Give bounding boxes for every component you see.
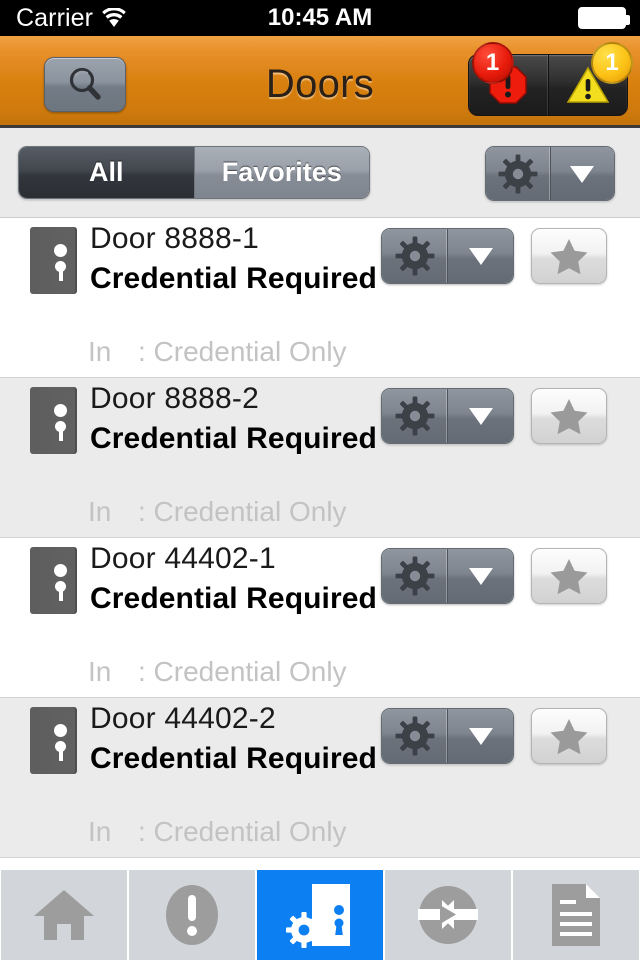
door-direction: In bbox=[88, 496, 112, 527]
filter-toolbar: All Favorites bbox=[0, 128, 640, 218]
door-mode: : Credential Only bbox=[138, 496, 347, 527]
door-status: Credential Required bbox=[90, 422, 377, 455]
tab-transfer[interactable] bbox=[385, 870, 511, 960]
row-gear-button[interactable] bbox=[382, 709, 447, 763]
segment-favorites[interactable]: Favorites bbox=[193, 147, 369, 198]
star-icon bbox=[549, 237, 589, 275]
warning-count-badge: 1 bbox=[591, 42, 633, 84]
door-mode-line: In : Credential Only bbox=[88, 336, 347, 368]
chevron-down-icon bbox=[466, 564, 496, 588]
door-mode: : Credential Only bbox=[138, 656, 347, 687]
star-icon bbox=[549, 717, 589, 755]
door-name: Door 8888-2 bbox=[90, 382, 259, 415]
door-icon bbox=[30, 707, 77, 774]
door-name: Door 8888-1 bbox=[90, 222, 259, 255]
door-mode-line: In : Credential Only bbox=[88, 816, 347, 848]
status-bar-left: Carrier bbox=[0, 4, 127, 33]
alarm-count-badge: 1 bbox=[471, 42, 514, 84]
door-mode-line: In : Credential Only bbox=[88, 656, 347, 688]
door-mode-line: In : Credential Only bbox=[88, 496, 347, 528]
row-settings-split-button[interactable] bbox=[381, 548, 514, 604]
document-icon bbox=[548, 882, 604, 948]
gear-icon bbox=[498, 154, 538, 194]
alarm-button[interactable]: 1 bbox=[469, 42, 548, 115]
toolbar-settings-split-button[interactable] bbox=[485, 146, 615, 201]
row-gear-button[interactable] bbox=[382, 389, 447, 443]
table-row[interactable]: Door 8888-1 Credential Required In : Cre… bbox=[0, 218, 640, 378]
door-mode: : Credential Only bbox=[138, 336, 347, 367]
chevron-down-icon bbox=[466, 724, 496, 748]
home-icon bbox=[32, 886, 96, 944]
navigation-bar: Doors 1 1 bbox=[0, 36, 640, 128]
wifi-icon bbox=[101, 8, 127, 28]
status-bar: Carrier 10:45 AM bbox=[0, 0, 640, 36]
row-dropdown-button[interactable] bbox=[447, 229, 513, 283]
gear-icon bbox=[395, 236, 435, 276]
row-gear-button[interactable] bbox=[382, 229, 447, 283]
door-settings-icon bbox=[284, 880, 356, 950]
gear-icon bbox=[395, 556, 435, 596]
table-row[interactable]: Door 44402-2 Credential Required In : Cr… bbox=[0, 698, 640, 858]
table-row[interactable]: Door 8888-2 Credential Required In : Cre… bbox=[0, 378, 640, 538]
door-direction: In bbox=[88, 816, 112, 847]
door-status: Credential Required bbox=[90, 582, 377, 615]
alert-exclamation-icon bbox=[164, 883, 220, 947]
filter-segmented-control[interactable]: All Favorites bbox=[18, 146, 370, 199]
gear-icon bbox=[395, 396, 435, 436]
tab-alerts[interactable] bbox=[129, 870, 255, 960]
table-row[interactable]: Door 44402-1 Credential Required In : Cr… bbox=[0, 538, 640, 698]
row-dropdown-button[interactable] bbox=[447, 389, 513, 443]
toolbar-dropdown-button[interactable] bbox=[549, 147, 614, 200]
row-dropdown-button[interactable] bbox=[447, 709, 513, 763]
door-status: Credential Required bbox=[90, 742, 377, 775]
row-settings-split-button[interactable] bbox=[381, 388, 514, 444]
favorite-button[interactable] bbox=[531, 548, 607, 604]
battery-full-icon bbox=[578, 0, 630, 36]
chevron-down-icon bbox=[466, 244, 496, 268]
door-direction: In bbox=[88, 656, 112, 687]
door-name: Door 44402-2 bbox=[90, 702, 276, 735]
toolbar-gear-button[interactable] bbox=[486, 147, 550, 200]
door-icon bbox=[30, 227, 77, 294]
carrier-label: Carrier bbox=[16, 3, 94, 32]
chevron-down-icon bbox=[466, 404, 496, 428]
tab-doors[interactable] bbox=[257, 870, 383, 960]
gear-icon bbox=[395, 716, 435, 756]
row-gear-button[interactable] bbox=[382, 549, 447, 603]
door-icon bbox=[30, 547, 77, 614]
warning-button[interactable]: 1 bbox=[547, 42, 633, 115]
segment-all[interactable]: All bbox=[19, 147, 194, 198]
app-screen: Carrier 10:45 AM Doors 1 1 All Favorites… bbox=[0, 0, 640, 960]
door-list[interactable]: Door 8888-1 Credential Required In : Cre… bbox=[0, 218, 640, 862]
favorite-button[interactable] bbox=[531, 708, 607, 764]
row-settings-split-button[interactable] bbox=[381, 708, 514, 764]
tab-home[interactable] bbox=[1, 870, 127, 960]
row-settings-split-button[interactable] bbox=[381, 228, 514, 284]
transfer-arrows-icon bbox=[416, 883, 480, 947]
door-name: Door 44402-1 bbox=[90, 542, 276, 575]
favorite-button[interactable] bbox=[531, 388, 607, 444]
favorite-button[interactable] bbox=[531, 228, 607, 284]
star-icon bbox=[549, 397, 589, 435]
star-icon bbox=[549, 557, 589, 595]
alert-summary-group: 1 1 bbox=[468, 42, 633, 116]
door-direction: In bbox=[88, 336, 112, 367]
door-status: Credential Required bbox=[90, 262, 377, 295]
door-icon bbox=[30, 387, 77, 454]
tab-reports[interactable] bbox=[513, 870, 639, 960]
chevron-down-icon bbox=[567, 162, 597, 186]
row-dropdown-button[interactable] bbox=[447, 549, 513, 603]
door-mode: : Credential Only bbox=[138, 816, 347, 847]
tab-bar bbox=[0, 866, 640, 960]
